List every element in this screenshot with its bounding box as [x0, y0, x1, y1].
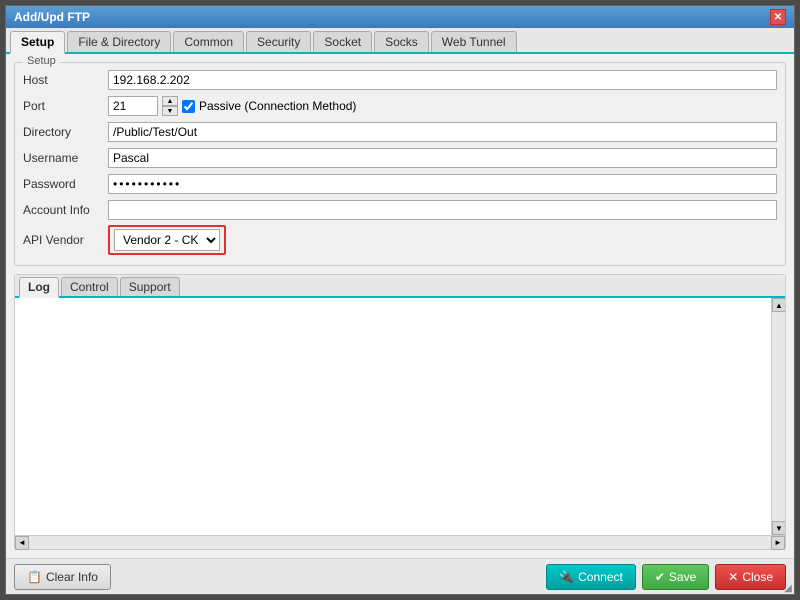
password-label: Password	[23, 177, 108, 191]
clear-label: Clear Info	[46, 570, 98, 584]
scroll-down-btn[interactable]: ▼	[772, 521, 785, 535]
passive-text: Passive (Connection Method)	[199, 99, 356, 113]
port-down-btn[interactable]: ▼	[162, 106, 178, 116]
port-label: Port	[23, 99, 108, 113]
username-label: Username	[23, 151, 108, 165]
save-button[interactable]: ✔ Save	[642, 564, 709, 590]
directory-row: Directory	[23, 121, 777, 143]
host-input[interactable]	[108, 70, 777, 90]
main-tab-bar: Setup File & Directory Common Security S…	[6, 28, 794, 54]
action-buttons: 🔌 Connect ✔ Save ✕ Close	[546, 564, 786, 590]
username-input[interactable]	[108, 148, 777, 168]
bottom-bar: 📋 Clear Info 🔌 Connect ✔ Save ✕ Close	[6, 558, 794, 594]
clear-icon: 📋	[27, 570, 42, 584]
close-label: Close	[742, 570, 773, 584]
scroll-left-btn[interactable]: ◄	[15, 536, 29, 550]
passive-label: Passive (Connection Method)	[182, 99, 356, 113]
host-row: Host	[23, 69, 777, 91]
password-input[interactable]	[108, 174, 777, 194]
scroll-up-btn[interactable]: ▲	[772, 298, 785, 312]
scroll-right-btn[interactable]: ►	[771, 536, 785, 550]
horizontal-scrollbar[interactable]: ◄ ►	[15, 535, 785, 549]
password-row: Password	[23, 173, 777, 195]
log-text	[15, 298, 771, 535]
scroll-v-track[interactable]	[772, 312, 785, 521]
directory-input[interactable]	[108, 122, 777, 142]
log-tab-bar: Log Control Support	[15, 275, 785, 298]
tab-security[interactable]: Security	[246, 31, 311, 52]
save-label: Save	[669, 570, 696, 584]
title-bar: Add/Upd FTP ✕	[6, 6, 794, 28]
setup-group: Setup Host Port ▲ ▼ Passive (Connect	[14, 62, 786, 266]
tab-socks[interactable]: Socks	[374, 31, 429, 52]
connect-icon: 🔌	[559, 570, 574, 584]
tab-common[interactable]: Common	[173, 31, 244, 52]
port-spinner[interactable]: ▲ ▼	[162, 96, 178, 116]
port-input[interactable]	[108, 96, 158, 116]
api-vendor-label: API Vendor	[23, 233, 108, 247]
port-group: ▲ ▼ Passive (Connection Method)	[108, 96, 356, 116]
tab-support[interactable]: Support	[120, 277, 180, 296]
username-row: Username	[23, 147, 777, 169]
setup-section-label: Setup	[23, 55, 60, 67]
tab-control[interactable]: Control	[61, 277, 118, 296]
main-window: Add/Upd FTP ✕ Setup File & Directory Com…	[5, 5, 795, 595]
directory-label: Directory	[23, 125, 108, 139]
content-area: Setup Host Port ▲ ▼ Passive (Connect	[6, 54, 794, 558]
tab-web-tunnel[interactable]: Web Tunnel	[431, 31, 517, 52]
host-label: Host	[23, 73, 108, 87]
port-up-btn[interactable]: ▲	[162, 96, 178, 106]
api-vendor-row: API Vendor Vendor 1 Vendor 2 - CK Vendor…	[23, 225, 777, 255]
window-title: Add/Upd FTP	[14, 10, 90, 24]
passive-checkbox[interactable]	[182, 100, 195, 113]
account-info-label: Account Info	[23, 203, 108, 217]
port-row: Port ▲ ▼ Passive (Connection Method)	[23, 95, 777, 117]
connect-button[interactable]: 🔌 Connect	[546, 564, 636, 590]
tab-setup[interactable]: Setup	[10, 31, 65, 54]
account-info-input[interactable]	[108, 200, 777, 220]
connect-label: Connect	[578, 570, 623, 584]
api-vendor-highlight: Vendor 1 Vendor 2 - CK Vendor 3	[108, 225, 226, 255]
tab-file-directory[interactable]: File & Directory	[67, 31, 171, 52]
resize-handle[interactable]: ◢	[782, 582, 794, 594]
log-section: Log Control Support ▲ ▼ ◄ ►	[14, 274, 786, 550]
save-icon: ✔	[655, 570, 665, 584]
log-content: ▲ ▼	[15, 298, 785, 535]
tab-log[interactable]: Log	[19, 277, 59, 298]
api-vendor-select[interactable]: Vendor 1 Vendor 2 - CK Vendor 3	[114, 229, 220, 251]
window-close-button[interactable]: ✕	[770, 9, 786, 25]
clear-button[interactable]: 📋 Clear Info	[14, 564, 111, 590]
account-info-row: Account Info	[23, 199, 777, 221]
tab-socket[interactable]: Socket	[313, 31, 372, 52]
close-button[interactable]: ✕ Close	[715, 564, 786, 590]
close-icon: ✕	[728, 570, 738, 584]
vertical-scrollbar[interactable]: ▲ ▼	[771, 298, 785, 535]
